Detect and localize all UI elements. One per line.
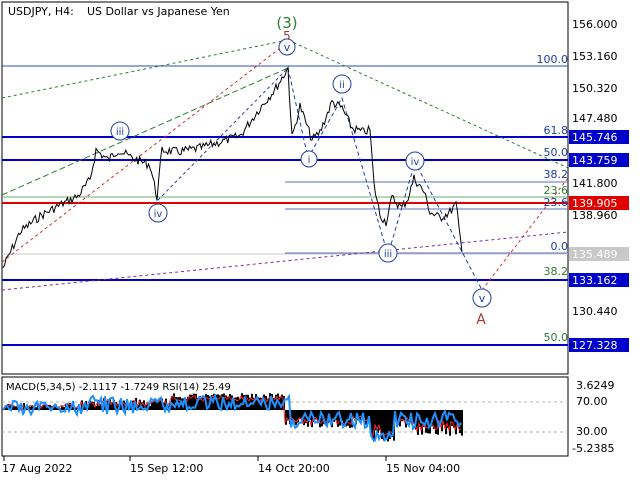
- time-label: 17 Aug 2022: [2, 462, 72, 475]
- fib-50-lower-label: 50.0: [544, 331, 569, 344]
- macd-bar: [251, 393, 253, 410]
- indicator-tick: 3.6249: [576, 379, 615, 392]
- wave-circle-iii-low: iii: [378, 243, 398, 263]
- macd-bar: [247, 394, 249, 410]
- wave-circle-iii-left: iii: [110, 121, 130, 141]
- macd-bar: [429, 410, 431, 434]
- fib-23-6-blue-label: 23.6: [544, 196, 569, 209]
- svg-text:iv: iv: [411, 157, 420, 168]
- symbol-label: USDJPY, H4:: [8, 5, 74, 18]
- svg-text:iv: iv: [154, 209, 163, 220]
- fib-38-2-upper-label: 38.2: [544, 168, 569, 181]
- macd-bar: [43, 405, 45, 410]
- price-tick: 153.160: [572, 50, 618, 63]
- price-tick: 141.800: [572, 177, 618, 190]
- time-label: 15 Nov 04:00: [386, 462, 460, 475]
- svg-text:ii: ii: [339, 80, 345, 91]
- time-label: 15 Sep 12:00: [130, 462, 203, 475]
- indicator-tick: -5.2385: [572, 442, 614, 455]
- indicator-tick: 70.00: [576, 395, 608, 408]
- tag-127-328: 127.328: [572, 339, 618, 352]
- fib-38-2-lower-label: 38.2: [544, 265, 569, 278]
- symbol-description: US Dollar vs Japanese Yen: [87, 5, 230, 18]
- wave-circle-i: i: [300, 150, 318, 168]
- macd-bar: [413, 410, 415, 424]
- svg-text:iii: iii: [384, 249, 392, 260]
- macd-bar: [237, 396, 239, 410]
- tag-135-489: 135.489: [572, 248, 618, 261]
- macd-bar: [35, 407, 37, 410]
- wave-circle-iv-mid: iv: [405, 151, 425, 171]
- wave-circle-ii: ii: [332, 74, 352, 94]
- chart-canvas[interactable]: (3) 5 v iii iv i ii iii iv v A 100.0 61.…: [0, 0, 640, 480]
- fib-100-label: 100.0: [537, 53, 569, 66]
- price-tick: 150.320: [572, 82, 618, 95]
- svg-text:v: v: [479, 292, 486, 305]
- indicator-tick: 30.00: [576, 425, 608, 438]
- wave-circle-v-low: v: [472, 288, 492, 308]
- svg-text:v: v: [284, 41, 291, 54]
- macd-bar: [461, 410, 463, 436]
- price-tick: 156.000: [572, 18, 618, 31]
- svg-text:iii: iii: [116, 127, 124, 138]
- macd-bar: [295, 410, 297, 426]
- time-axis: 17 Aug 2022 15 Sep 12:00 14 Oct 20:00 15…: [2, 456, 460, 475]
- tag-139-905: 139.905: [572, 197, 618, 210]
- price-tick: 147.480: [572, 112, 618, 125]
- wave-a-label: A: [476, 312, 486, 328]
- fib-61-8-label: 61.8: [544, 124, 569, 137]
- price-level-tags: 145.746 143.759 139.905 135.489 133.162 …: [569, 130, 629, 352]
- fib-50-upper-label: 50.0: [544, 146, 569, 159]
- macd-bar: [285, 410, 287, 425]
- wave-circle-iv-left: iv: [148, 203, 168, 223]
- fib-0-label: 0.0: [551, 240, 569, 253]
- tag-143-759: 143.759: [572, 154, 618, 167]
- tag-133-162: 133.162: [572, 274, 618, 287]
- tag-145-746: 145.746: [572, 131, 618, 144]
- wave-circle-v-top: v: [278, 38, 296, 56]
- price-tick: 138.960: [572, 209, 618, 222]
- macd-bar: [385, 410, 387, 440]
- price-tick: 130.440: [572, 305, 618, 318]
- svg-text:i: i: [308, 155, 311, 166]
- indicator-title: MACD(5,34,5) -2.1117 -1.7249 RSI(14) 25.…: [6, 382, 231, 393]
- time-label: 14 Oct 20:00: [258, 462, 330, 475]
- indicator-axis: 3.6249 70.00 30.00 -5.2385: [572, 379, 615, 455]
